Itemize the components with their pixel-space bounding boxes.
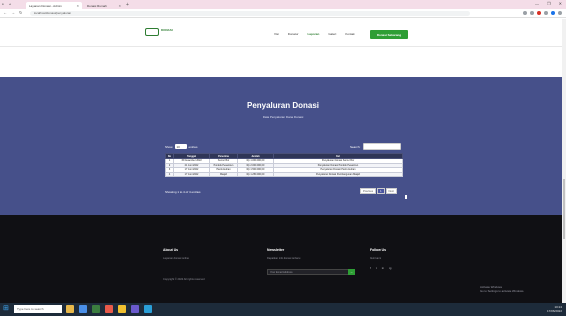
footer-text: Layanan donasi online [163,257,189,260]
bookmark-icon[interactable] [530,11,534,15]
share-icon[interactable] [523,11,527,15]
newsletter-submit-button[interactable]: → [348,269,355,275]
forward-icon[interactable]: → [11,10,15,15]
table-cell: 4 [165,171,174,177]
close-tab-icon[interactable]: ✕ [118,4,121,8]
footer-heading: Follow Us [370,248,387,252]
site-footer: About Us Layanan donasi online Newslette… [0,215,566,303]
close-tab-icon[interactable]: ✕ [76,4,79,8]
table-cell: Penyaluran Donasi Pembangunan Masjid [273,171,403,177]
tab-label: Donasi Rumah [87,3,107,8]
footer-follow: Follow Us Ikuti kami [370,248,386,261]
penyaluran-section: Penyaluran Donasi Data Penyaluran Dana D… [0,77,566,215]
browser-tab[interactable]: Donasi Rumah ✕ [84,2,124,9]
activate-line: Go to Settings to activate Windows. [480,289,525,293]
taskbar-search-input[interactable]: Type here to search [14,305,62,313]
footer-about: About Us Layanan donasi online [163,248,189,261]
back-icon[interactable]: ← [3,10,7,15]
taskbar-apps [66,305,152,313]
search-label: Search: [350,144,361,149]
logo-icon[interactable] [145,28,159,36]
nav-link-galeri[interactable]: Galeri [328,32,336,36]
close-window-icon[interactable]: ✕ [559,1,562,6]
browser-tab-bar: ● ◂ Layanan Donasi - Admin ✕ Donasi Ruma… [0,0,566,9]
app-icon[interactable] [144,305,152,313]
menu-dots-icon[interactable] [558,11,562,15]
table-cell: 17 Juni 2022 [173,171,210,177]
window-controls: — ❐ ✕ [535,1,562,6]
penyaluran-table: No Tanggal Penerima Jumlah Ket 1 15 Dese… [165,153,403,177]
address-bar: ← → ↻ localhost/donasi/penyaluran [0,9,566,18]
app-icon[interactable] [92,305,100,313]
scrollbar-thumb[interactable] [563,179,565,239]
page-scrollbar[interactable] [562,19,566,303]
menu-icon[interactable]: ● [2,2,6,6]
nav-link-kontak[interactable]: Kontak [345,32,354,36]
minimize-icon[interactable]: — [535,1,539,6]
entries-label: entries [188,144,198,149]
footer-heading: Newsletter [267,248,285,252]
entries-control: Show 10 entries [165,144,198,149]
clock-date: 17/06/2022 [546,309,562,313]
show-label: Show [165,144,173,149]
extension-icon[interactable] [544,11,548,15]
twitter-icon[interactable]: t [376,266,377,270]
nav-buttons: ← → ↻ [3,10,22,15]
facebook-icon[interactable]: f [370,266,371,270]
header-divider [0,46,566,47]
browser-tab-active[interactable]: Layanan Donasi - Admin ✕ [26,2,82,9]
linkedin-icon[interactable]: in [382,266,384,270]
new-tab-icon[interactable]: + [126,2,129,8]
table-search: Search: [350,143,402,150]
extensions-area [523,11,562,15]
newsletter-email-input[interactable]: Your Email Address [267,269,349,275]
table-scroll-handle[interactable] [405,195,407,199]
tab-label: Layanan Donasi - Admin [29,3,62,8]
donate-button[interactable]: Donasi Sekarang [370,30,408,39]
previous-page-button[interactable]: Previous [360,188,377,194]
chrome-icon[interactable] [118,305,126,313]
system-tray[interactable]: 10:24 17/06/2022 [547,305,562,313]
page-button[interactable]: 1 [377,188,385,194]
nav-link-laporan[interactable]: Laporan [307,32,319,36]
app-icon[interactable] [131,305,139,313]
instagram-icon[interactable]: ig [389,266,391,270]
table-cell: Masjid [209,171,238,177]
section-subtitle: Data Penyaluran Dana Donasi [262,115,304,119]
reload-icon[interactable]: ↻ [19,10,22,15]
url-input[interactable]: localhost/donasi/penyaluran [30,11,470,16]
maximize-icon[interactable]: ❐ [547,1,551,6]
footer-heading: About Us [163,248,179,252]
social-links: f t in ig [370,266,391,270]
windows-start-icon[interactable]: ⊞ [3,305,11,313]
table-row: 4 17 Juni 2022 Masjid Rp 1.250.000,00 Pe… [165,171,403,177]
taskbar: ⊞ Type here to search 10:24 17/06/2022 [0,303,566,316]
footer-newsletter: Newsletter Dapatkan info donasi terbaru [267,248,300,261]
search-input[interactable] [363,143,402,150]
file-explorer-icon[interactable] [66,305,74,313]
history-icon[interactable]: ◂ [9,2,13,6]
footer-text: Dapatkan info donasi terbaru [267,257,301,260]
main-nav: Visi Donatur Laporan Galeri Kontak [274,32,355,36]
next-page-button[interactable]: Next [385,188,397,194]
site-header: DONASI Visi Donatur Laporan Galeri Konta… [0,19,566,46]
table-info: Showing 1 to 4 of 4 entries [165,190,201,194]
nav-link-visi[interactable]: Visi [274,32,279,36]
section-title: Penyaluran Donasi [246,101,320,110]
extension-icon[interactable] [537,11,541,15]
profile-icon[interactable] [551,11,555,15]
footer-text: Ikuti kami [370,257,381,260]
entries-select[interactable]: 10 [174,144,187,149]
pagination: Previous 1 Next [360,188,397,194]
copyright-text: Copyright © 2022 All rights reserved [163,278,205,281]
app-icon[interactable] [105,305,113,313]
activate-windows-watermark: Activate Windows Go to Settings to activ… [480,285,524,293]
edge-icon[interactable] [79,305,87,313]
nav-link-donatur[interactable]: Donatur [288,32,299,36]
table-cell: Rp 1.250.000,00 [237,171,274,177]
browser-nav-controls: ● ◂ [2,2,13,6]
logo-text[interactable]: DONASI [161,29,173,32]
